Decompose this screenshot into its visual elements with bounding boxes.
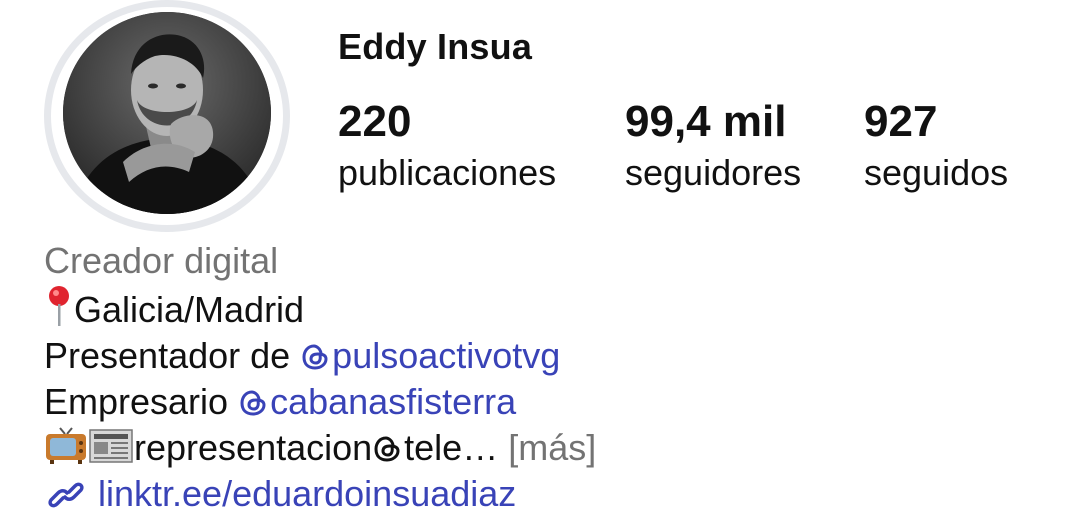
avatar[interactable] [63, 12, 271, 214]
bio-business-prefix: Empresario [44, 381, 239, 422]
bio-presenter-prefix: Presentador de [44, 335, 301, 376]
link-icon [48, 482, 84, 508]
bio-link-text: linktr.ee/eduardoinsuadiaz [98, 473, 517, 514]
presenter-mention-link[interactable]: pulsoactivotvg [300, 335, 560, 376]
stat-followers-count: 99,4 mil [625, 97, 787, 146]
stat-posts-label: publicaciones [338, 152, 557, 193]
bio-link[interactable]: linktr.ee/eduardoinsuadiaz [44, 471, 1054, 517]
bio-location: Galicia/Madrid [74, 289, 305, 330]
stat-followers-label: seguidores [625, 152, 802, 193]
threads-icon [240, 390, 266, 416]
presenter-handle: pulsoactivotvg [332, 335, 561, 376]
bio-location-line: Galicia/Madrid [44, 284, 1054, 333]
bio-contact-prefix: representacion [134, 427, 373, 468]
stat-following-count: 927 [864, 97, 938, 146]
television-icon [46, 427, 86, 464]
bio-category: Creador digital [44, 240, 279, 281]
stat-followers[interactable]: 99,4 mil seguidores [625, 96, 801, 198]
bio-business-line: Empresario cabanasfisterra [44, 379, 1054, 425]
stat-posts-count: 220 [338, 97, 412, 146]
business-handle: cabanasfisterra [270, 381, 517, 422]
threads-icon [374, 436, 400, 462]
stat-posts[interactable]: 220 publicaciones [338, 96, 556, 198]
stat-following[interactable]: 927 seguidos [864, 96, 1008, 198]
stat-following-label: seguidos [864, 152, 1009, 193]
round-pushpin-icon [49, 286, 69, 326]
newspaper-icon [89, 429, 133, 463]
bio-presenter-line: Presentador de pulsoactivotvg [44, 333, 1054, 379]
bio-contact-suffix: tele… [404, 427, 499, 468]
business-mention-link[interactable]: cabanasfisterra [238, 381, 516, 422]
profile-username: Eddy Insua [338, 26, 533, 67]
more-button[interactable]: [más] [508, 427, 596, 468]
avatar-photo [63, 12, 271, 214]
bio-contact-line: representacion tele… [más] [44, 425, 1054, 471]
profile-bio: Creador digital Galicia/Madrid Presentad… [44, 238, 1054, 517]
threads-icon [302, 344, 328, 370]
